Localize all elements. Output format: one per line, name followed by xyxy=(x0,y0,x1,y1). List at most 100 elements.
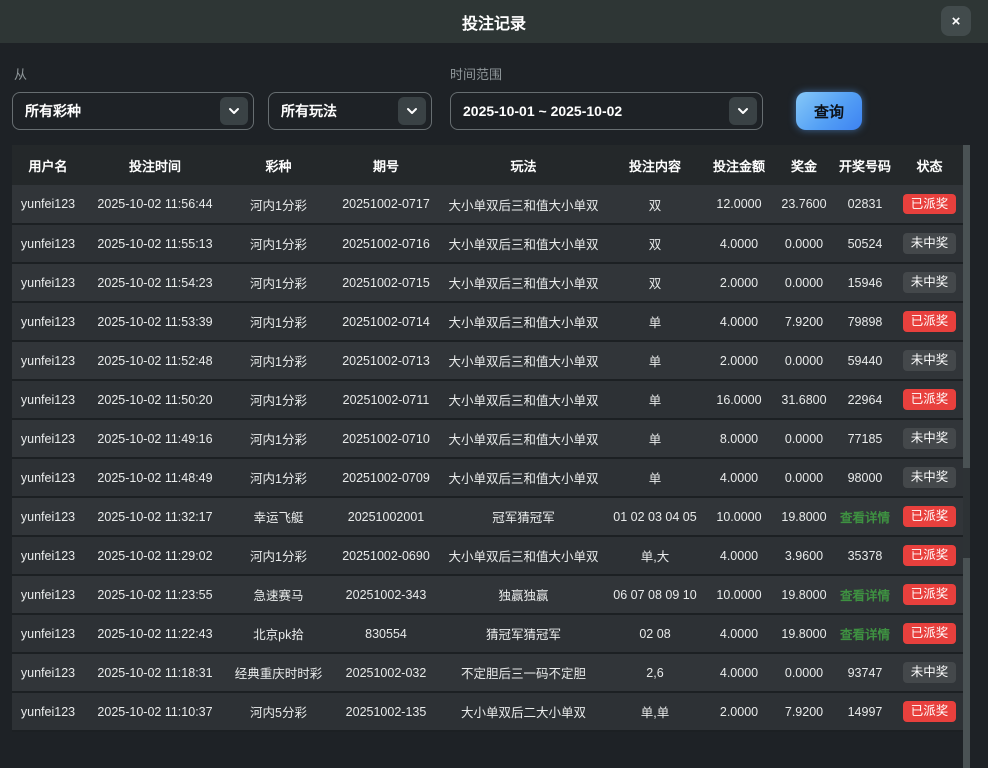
cell-username: yunfei123 xyxy=(12,302,84,341)
cell-result: 93747 xyxy=(834,653,896,692)
table-row: yunfei1232025-10-02 11:22:43北京pk拾830554猜… xyxy=(12,614,963,653)
cell-username: yunfei123 xyxy=(12,185,84,224)
cell-prize: 31.6800 xyxy=(774,380,834,419)
cell-status: 未中奖 xyxy=(896,263,963,302)
date-range-select[interactable]: 2025-10-01 ~ 2025-10-02 xyxy=(450,92,763,130)
cell-status: 未中奖 xyxy=(896,419,963,458)
view-details-link[interactable]: 查看详情 xyxy=(840,589,890,603)
status-badge: 未中奖 xyxy=(903,350,957,371)
cell-issue: 20251002-0690 xyxy=(331,536,441,575)
cell-status: 未中奖 xyxy=(896,458,963,497)
cell-lottery: 河内1分彩 xyxy=(226,341,331,380)
cell-content: 单,单 xyxy=(606,692,704,731)
play-type-select[interactable]: 所有玩法 xyxy=(268,92,432,130)
cell-result: 79898 xyxy=(834,302,896,341)
query-button[interactable]: 查询 xyxy=(796,92,862,130)
lottery-type-select[interactable]: 所有彩种 xyxy=(12,92,254,130)
status-badge: 已派奖 xyxy=(903,623,957,644)
time-range-label: 时间范围 xyxy=(450,64,502,83)
cell-prize: 19.8000 xyxy=(774,497,834,536)
status-badge: 已派奖 xyxy=(903,584,957,605)
cell-time: 2025-10-02 11:53:39 xyxy=(84,302,226,341)
cell-username: yunfei123 xyxy=(12,341,84,380)
table-row: yunfei1232025-10-02 11:54:23河内1分彩2025100… xyxy=(12,263,963,302)
cell-prize: 0.0000 xyxy=(774,224,834,263)
vertical-scrollbar[interactable] xyxy=(963,145,970,768)
view-details-link[interactable]: 查看详情 xyxy=(840,511,890,525)
cell-prize: 3.9600 xyxy=(774,536,834,575)
cell-amount: 16.0000 xyxy=(704,380,774,419)
status-badge: 未中奖 xyxy=(903,272,957,293)
cell-time: 2025-10-02 11:32:17 xyxy=(84,497,226,536)
cell-issue: 20251002-0713 xyxy=(331,341,441,380)
cell-content: 01 02 03 04 05 xyxy=(606,497,704,536)
cell-amount: 4.0000 xyxy=(704,536,774,575)
cell-issue: 20251002-0709 xyxy=(331,458,441,497)
table-row: yunfei1232025-10-02 11:18:31经典重庆时时彩20251… xyxy=(12,653,963,692)
cell-result: 02831 xyxy=(834,185,896,224)
table-row: yunfei1232025-10-02 11:53:39河内1分彩2025100… xyxy=(12,302,963,341)
cell-issue: 20251002-135 xyxy=(331,692,441,731)
cell-lottery: 河内5分彩 xyxy=(226,692,331,731)
cell-time: 2025-10-02 11:54:23 xyxy=(84,263,226,302)
cell-lottery: 北京pk拾 xyxy=(226,614,331,653)
cell-issue: 20251002-0710 xyxy=(331,419,441,458)
status-badge: 未中奖 xyxy=(903,233,957,254)
cell-content: 单 xyxy=(606,380,704,419)
cell-amount: 4.0000 xyxy=(704,614,774,653)
cell-time: 2025-10-02 11:50:20 xyxy=(84,380,226,419)
cell-content: 单 xyxy=(606,341,704,380)
cell-amount: 4.0000 xyxy=(704,302,774,341)
cell-prize: 0.0000 xyxy=(774,653,834,692)
cell-issue: 20251002-0711 xyxy=(331,380,441,419)
cell-username: yunfei123 xyxy=(12,380,84,419)
cell-time: 2025-10-02 11:55:13 xyxy=(84,224,226,263)
page-title: 投注记录 xyxy=(462,10,526,34)
cell-issue: 20251002001 xyxy=(331,497,441,536)
status-badge: 已派奖 xyxy=(903,311,957,332)
cell-issue: 20251002-0715 xyxy=(331,263,441,302)
cell-content: 单 xyxy=(606,458,704,497)
cell-content: 双 xyxy=(606,224,704,263)
cell-play: 大小单双后三和值大小单双 xyxy=(441,341,606,380)
cell-amount: 8.0000 xyxy=(704,419,774,458)
column-header: 投注内容 xyxy=(606,145,704,185)
scrollbar-thumb[interactable] xyxy=(963,468,970,558)
chevron-down-icon xyxy=(398,97,426,125)
modal-header: 投注记录 × xyxy=(0,0,988,43)
cell-amount: 2.0000 xyxy=(704,263,774,302)
status-badge: 未中奖 xyxy=(903,662,957,683)
status-badge: 已派奖 xyxy=(903,389,957,410)
cell-status: 已派奖 xyxy=(896,614,963,653)
bet-records-table: 用户名投注时间彩种期号玩法投注内容投注金额奖金开奖号码状态 yunfei1232… xyxy=(12,145,963,732)
cell-time: 2025-10-02 11:52:48 xyxy=(84,341,226,380)
status-badge: 已派奖 xyxy=(903,194,957,215)
cell-amount: 4.0000 xyxy=(704,458,774,497)
cell-lottery: 急速赛马 xyxy=(226,575,331,614)
cell-status: 已派奖 xyxy=(896,497,963,536)
cell-issue: 20251002-032 xyxy=(331,653,441,692)
chevron-down-icon xyxy=(729,97,757,125)
cell-play: 大小单双后三和值大小单双 xyxy=(441,185,606,224)
cell-username: yunfei123 xyxy=(12,614,84,653)
cell-time: 2025-10-02 11:10:37 xyxy=(84,692,226,731)
cell-prize: 0.0000 xyxy=(774,458,834,497)
cell-content: 单 xyxy=(606,302,704,341)
cell-username: yunfei123 xyxy=(12,263,84,302)
cell-content: 02 08 xyxy=(606,614,704,653)
column-header: 玩法 xyxy=(441,145,606,185)
table-row: yunfei1232025-10-02 11:23:55急速赛马20251002… xyxy=(12,575,963,614)
cell-amount: 12.0000 xyxy=(704,185,774,224)
cell-result: 22964 xyxy=(834,380,896,419)
close-button[interactable]: × xyxy=(941,6,971,36)
cell-play: 猜冠军猜冠军 xyxy=(441,614,606,653)
cell-issue: 20251002-0717 xyxy=(331,185,441,224)
cell-prize: 7.9200 xyxy=(774,692,834,731)
status-badge: 未中奖 xyxy=(903,467,957,488)
cell-play: 大小单双后三和值大小单双 xyxy=(441,380,606,419)
column-header: 开奖号码 xyxy=(834,145,896,185)
cell-status: 已派奖 xyxy=(896,185,963,224)
view-details-link[interactable]: 查看详情 xyxy=(840,628,890,642)
cell-issue: 830554 xyxy=(331,614,441,653)
cell-amount: 4.0000 xyxy=(704,224,774,263)
